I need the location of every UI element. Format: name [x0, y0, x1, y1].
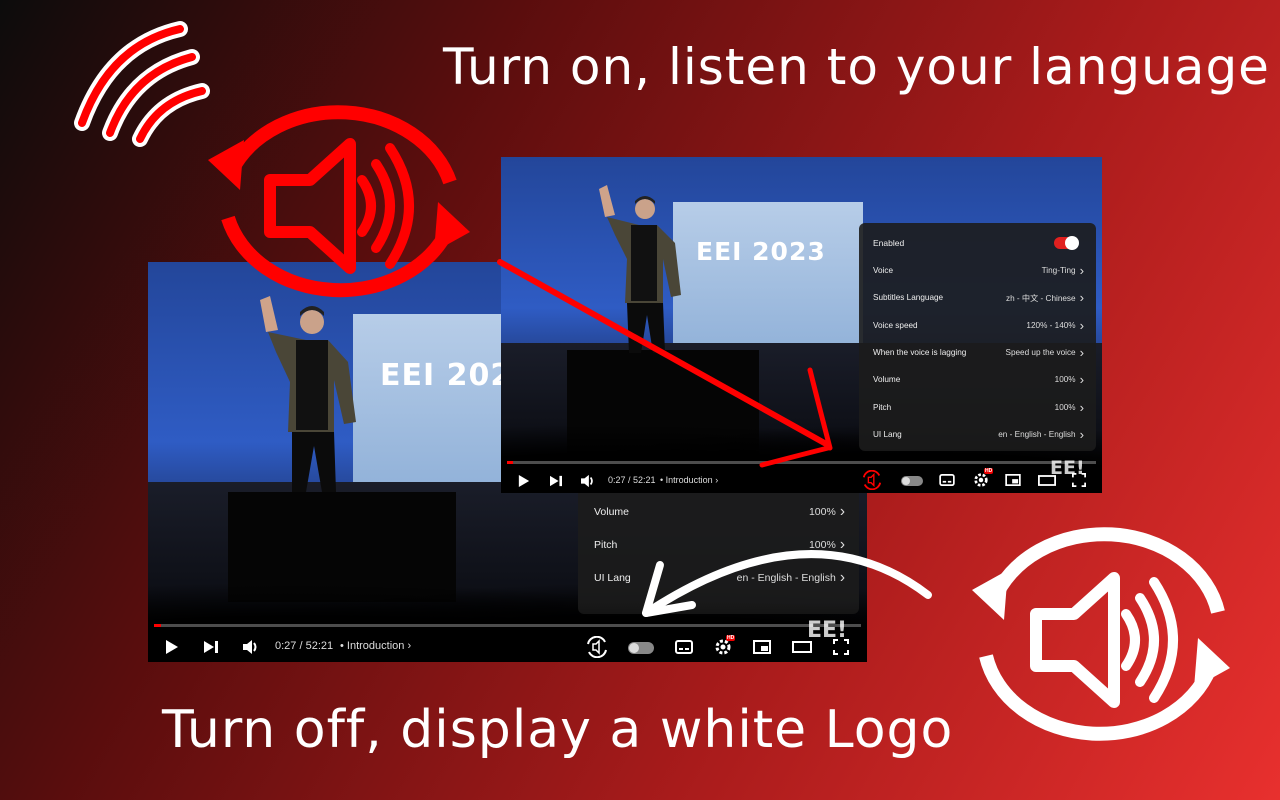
channel-watermark: EE!	[1050, 457, 1085, 479]
settings-row-value: 100% ›	[809, 504, 845, 520]
chapter-link[interactable]: • Introduction ›	[340, 640, 411, 652]
subtitles-button[interactable]	[673, 638, 695, 656]
translate-logo-icon	[587, 636, 607, 658]
volume-icon	[243, 640, 257, 654]
settings-row-value-text: en - English - English	[998, 429, 1076, 439]
chevron-right-icon: ›	[1079, 399, 1084, 415]
chevron-right-icon: ›	[839, 502, 845, 520]
top-headline: Turn on, listen to your language	[443, 38, 1270, 96]
settings-row-label: Voice speed	[873, 320, 918, 330]
progress-fill	[154, 624, 162, 627]
settings-row-label: Volume	[873, 375, 901, 385]
chevron-right-icon: ›	[1079, 426, 1084, 442]
subtitles-button[interactable]	[938, 472, 956, 488]
chevron-right-icon: ›	[1079, 263, 1084, 279]
translate-logo-button[interactable]	[860, 470, 884, 490]
chevron-right-icon: ›	[1079, 290, 1084, 306]
settings-row-value: en - English - English ›	[998, 428, 1084, 441]
chevron-right-icon: ›	[1079, 372, 1084, 388]
miniplayer-button[interactable]	[1004, 472, 1022, 488]
settings-row-label: When the voice is lagging	[873, 348, 967, 358]
settings-row[interactable]: Subtitles Language zh - 中文 - Chinese ›	[859, 284, 1096, 311]
translate-logo-icon-active	[862, 470, 882, 490]
settings-row-value: Ting-Ting ›	[1042, 264, 1084, 277]
red-pointer-arrow	[497, 259, 833, 468]
settings-row-value-text: 100%	[1054, 402, 1076, 412]
miniplayer-icon	[1005, 474, 1021, 486]
settings-row-label: Pitch	[873, 402, 892, 412]
settings-row[interactable]: Voice Ting-Ting ›	[859, 257, 1096, 284]
enabled-label: Enabled	[873, 238, 905, 248]
settings-row-value: 120% - 140% ›	[1026, 317, 1084, 333]
settings-menu-on: Enabled Voice Ting-Ting › Subtitles Languag…	[859, 223, 1096, 451]
settings-row-value-text: zh - 中文 - Chinese	[1005, 293, 1076, 303]
settings-row-label: Subtitles Language	[873, 293, 944, 303]
settings-button[interactable]: HD	[712, 635, 736, 657]
settings-row[interactable]: Volume 100% ›	[859, 366, 1096, 393]
subtitles-icon	[675, 640, 693, 654]
settings-button[interactable]: HD	[972, 468, 994, 489]
settings-row-value-text: 100%	[1054, 375, 1076, 385]
translate-logo-red-large	[208, 105, 470, 298]
settings-row-value: zh - 中文 - Chinese ›	[1006, 291, 1084, 304]
settings-row-label: Volume	[594, 505, 630, 518]
miniplayer-icon	[753, 640, 771, 654]
autoplay-toggle[interactable]	[628, 642, 654, 654]
settings-row-value-text: Speed up the voice	[1005, 348, 1076, 358]
hd-badge: HD	[726, 635, 736, 641]
settings-row-label: Voice	[873, 266, 894, 276]
settings-row[interactable]: UI Lang en - English - English ›	[859, 421, 1096, 448]
bottom-headline: Turn off, display a white Logo	[162, 700, 954, 760]
settings-row-value: 100% ›	[1055, 373, 1084, 386]
sound-waves-decoration	[74, 21, 210, 147]
next-button[interactable]	[201, 637, 221, 657]
autoplay-toggle[interactable]	[901, 476, 923, 486]
play-icon	[166, 640, 178, 654]
translate-logo-button[interactable]	[584, 636, 610, 658]
enabled-switch[interactable]	[1054, 236, 1079, 250]
play-button[interactable]	[162, 637, 182, 657]
settings-row-value-text: 100%	[808, 505, 836, 518]
chapter-title: • Introduction	[340, 640, 405, 652]
settings-row-value-text: Ting-Ting	[1041, 266, 1076, 276]
time-display: 0:27 / 52:21	[275, 640, 334, 652]
chevron-right-icon: ›	[1079, 317, 1084, 333]
settings-row[interactable]: Voice speed 120% - 140% ›	[859, 312, 1096, 339]
hd-badge: HD	[984, 468, 994, 474]
speaker-figure	[260, 296, 356, 492]
settings-row-value: 100% ›	[1054, 399, 1084, 415]
subtitles-icon	[939, 474, 955, 486]
settings-icon	[974, 473, 988, 487]
chevron-right-icon: ›	[1079, 344, 1084, 360]
settings-row-value-text: 120% - 140%	[1026, 320, 1076, 330]
miniplayer-button[interactable]	[751, 638, 773, 656]
settings-row[interactable]: Volume 100% ›	[578, 495, 859, 528]
next-icon	[204, 641, 218, 653]
settings-row[interactable]: When the voice is lagging Speed up the vo…	[859, 339, 1096, 366]
translate-logo-white-large	[972, 527, 1230, 741]
settings-row-value: Speed up the voice›	[1005, 346, 1084, 359]
settings-row-label: UI Lang	[873, 429, 902, 439]
settings-row-enabled[interactable]: Enabled	[859, 232, 1096, 254]
volume-button[interactable]	[240, 637, 262, 657]
white-pointer-arrow	[642, 550, 932, 617]
settings-row[interactable]: Pitch 100% ›	[859, 394, 1096, 421]
